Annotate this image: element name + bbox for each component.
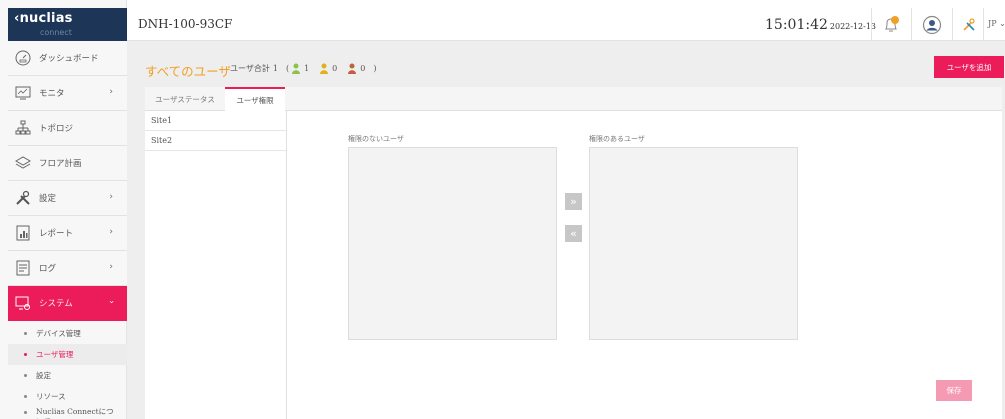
logo-text: ‹nuclias [14, 11, 73, 26]
topology-icon [14, 119, 32, 137]
subnav-label: リソース [36, 392, 66, 401]
no-permission-label: 権限のないユーザ [348, 135, 404, 143]
logo-subtext: connect [40, 28, 72, 37]
subnav-label: Nuclias Connectについて [36, 407, 114, 419]
divider [983, 8, 984, 41]
sidebar-item-label: ダッシュボード [39, 54, 99, 64]
move-right-button[interactable]: » [565, 193, 582, 210]
sidebar-item-label: ログ [39, 264, 57, 274]
subnav-label: ユーザ管理 [36, 350, 74, 359]
add-user-button[interactable]: ユーザを追加 [934, 56, 1004, 78]
tab-user-status[interactable]: ユーザステータス [145, 87, 225, 111]
divider [911, 8, 912, 41]
permissions-panel: Site1 Site2 権限のないユーザ » « 権限のあるユーザ 保存 [145, 111, 1002, 419]
top-bar: DNH-100-93CF 15:01:42 2022-12-13 JP ⌄ [127, 8, 1005, 41]
page-title: すべてのユーザ [145, 64, 231, 79]
user-red-icon [348, 63, 357, 74]
has-permission-user-list[interactable] [589, 147, 798, 340]
report-icon [14, 224, 32, 242]
floor-plan-icon [14, 154, 32, 172]
bullet-icon [24, 353, 27, 356]
bullet-icon [24, 395, 27, 398]
subnav-settings[interactable]: 設定 [8, 365, 127, 386]
subnav-about[interactable]: Nuclias Connectについて [8, 403, 127, 419]
chevron-right-icon: › [109, 192, 113, 202]
monitor-icon [14, 84, 32, 102]
sidebar: ‹nuclias connect ダッシュボード モニタ › トポロジ フロア計… [0, 0, 127, 419]
main-content: すべてのユーザ ユーザ合計 1 ( 1 0 0 ) ユーザを追加 ユーザステータ… [127, 41, 1005, 419]
sidebar-item-log[interactable]: ログ › [8, 251, 127, 286]
sidebar-item-system[interactable]: システム › [8, 286, 127, 321]
site-item[interactable]: Site2 [145, 131, 286, 151]
sidebar-item-label: フロア計画 [39, 159, 82, 169]
sidebar-item-label: 設定 [39, 194, 57, 204]
log-icon [14, 259, 32, 277]
language-selector[interactable]: JP ⌄ [988, 19, 1005, 28]
site-list: Site1 Site2 [145, 111, 287, 419]
chevron-right-icon: › [109, 227, 113, 237]
chevron-down-icon: › [106, 300, 117, 304]
sidebar-item-label: レポート [39, 229, 74, 239]
sidebar-item-label: モニタ [39, 89, 65, 99]
sidebar-item-label: トポロジ [39, 124, 74, 134]
sidebar-item-monitor[interactable]: モニタ › [8, 76, 127, 111]
has-permission-label: 権限のあるユーザ [589, 135, 645, 143]
save-button[interactable]: 保存 [936, 380, 972, 401]
subnav-label: 設定 [36, 371, 51, 380]
user-profile-icon[interactable] [920, 13, 944, 37]
inactive-user-count: 0 [360, 64, 366, 73]
subnav-user-management[interactable]: ユーザ管理 [8, 344, 127, 365]
bullet-icon [24, 374, 27, 377]
summary-paren-open: ( [285, 64, 290, 73]
move-left-button[interactable]: « [565, 225, 582, 242]
clock: 15:01:42 2022-12-13 [765, 17, 876, 33]
bullet-icon [24, 332, 27, 335]
bell-icon[interactable] [879, 13, 903, 37]
user-green-icon [292, 63, 301, 74]
sidebar-item-floor-plan[interactable]: フロア計画 [8, 146, 127, 181]
active-user-count: 1 [304, 64, 310, 73]
no-permission-user-list[interactable] [348, 147, 557, 340]
summary-paren-close: ) [373, 64, 377, 73]
subnav-device-management[interactable]: デバイス管理 [8, 323, 127, 344]
user-yellow-icon [320, 63, 329, 74]
pending-user-count: 0 [332, 64, 338, 73]
sidebar-item-dashboard[interactable]: ダッシュボード [8, 41, 127, 76]
site-item[interactable]: Site1 [145, 111, 286, 131]
system-icon [14, 294, 32, 312]
sidebar-item-report[interactable]: レポート › [8, 216, 127, 251]
tab-user-permissions[interactable]: ユーザ権限 [225, 87, 285, 111]
sidebar-item-settings[interactable]: 設定 › [8, 181, 127, 216]
divider [871, 8, 872, 41]
tab-bar: ユーザステータス ユーザ権限 [145, 87, 1002, 111]
dashboard-icon [14, 49, 32, 67]
divider [952, 8, 953, 41]
tools-icon[interactable] [957, 13, 981, 37]
device-name: DNH-100-93CF [138, 17, 233, 31]
settings-tools-icon [14, 189, 32, 207]
chevron-right-icon: › [109, 262, 113, 272]
chevron-right-icon: › [109, 87, 113, 97]
summary-label: ユーザ合計 [230, 64, 270, 73]
user-total: 1 [272, 64, 278, 73]
user-summary: ユーザ合計 1 ( 1 0 0 ) [230, 63, 376, 74]
nuclias-logo[interactable]: ‹nuclias connect [8, 8, 127, 41]
sidebar-item-topology[interactable]: トポロジ [8, 111, 127, 146]
clock-date: 2022-12-13 [829, 22, 877, 31]
sidebar-item-label: システム [39, 299, 73, 309]
bullet-icon [24, 411, 27, 414]
subnav-label: デバイス管理 [36, 329, 81, 338]
clock-time: 15:01:42 [765, 17, 828, 33]
